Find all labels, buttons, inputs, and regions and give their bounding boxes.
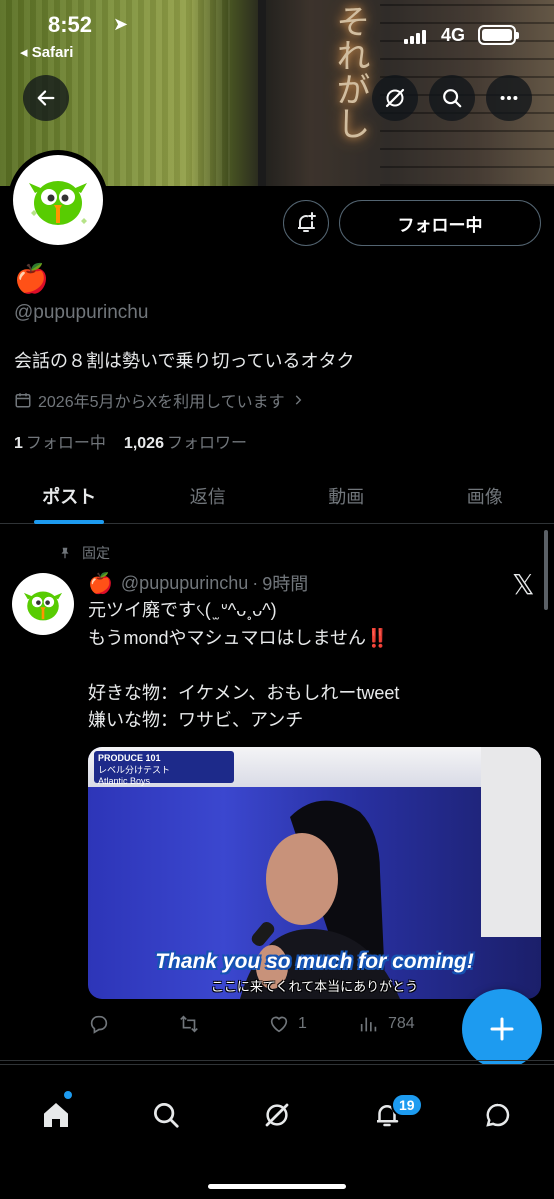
like-button[interactable]: 1 [268, 1013, 358, 1035]
repost-button[interactable] [178, 1013, 268, 1035]
more-dots-icon [500, 95, 518, 101]
owl-avatar-icon [29, 181, 87, 225]
location-icon: ➤ [113, 14, 129, 34]
tab-images[interactable]: 画像 [416, 468, 554, 523]
bottom-navigation: 19 [0, 1064, 554, 1199]
notify-bell-button[interactable] [283, 200, 329, 246]
following-link[interactable]: 1 フォロー中 [14, 429, 106, 453]
network-type: 4G [441, 25, 466, 45]
post-media-video[interactable]: PRODUCE 101 レベル分けテスト Atlantic Boys Thank… [88, 747, 541, 999]
nav-grok[interactable] [257, 1095, 297, 1135]
joined-text: 2026年5月からXを利用しています [38, 394, 285, 411]
post-author-avatar[interactable] [12, 573, 74, 635]
followers-link[interactable]: 1,026 フォロワー [124, 429, 247, 453]
search-icon [154, 1103, 179, 1128]
search-icon [443, 89, 462, 108]
back-button[interactable] [23, 75, 69, 121]
signal-icon [404, 28, 428, 44]
following-button[interactable]: フォロー中 [339, 200, 541, 246]
notifications-badge: 19 [391, 1093, 423, 1117]
post-author-handle[interactable]: @pupupurinchu [121, 573, 248, 594]
grok-icon [385, 88, 405, 108]
post-header: 🍎 @pupupurinchu · 9時間 [88, 570, 308, 596]
repost-icon [180, 1015, 198, 1033]
bell-plus-icon [298, 212, 316, 232]
arrow-left-icon [37, 90, 55, 106]
nav-search[interactable] [146, 1095, 186, 1135]
post-text: 元ツイ廃です৻( ̫ ᐡ^ᴗ˳ᴗ^) もうmondやマシュマロはしません‼️ 好… [88, 600, 400, 730]
status-time: 8:52 [48, 12, 93, 37]
tab-posts[interactable]: ポスト [0, 468, 139, 523]
profile-tabs: ポスト 返信 動画 画像 [0, 468, 554, 524]
tab-videos[interactable]: 動画 [277, 468, 416, 523]
post-author-name[interactable]: 🍎 [88, 571, 113, 596]
views-button[interactable]: 784 [358, 1013, 448, 1035]
back-to-safari-link[interactable]: ◂ Safari [20, 43, 73, 61]
owl-avatar-icon [23, 591, 63, 621]
grok-button[interactable] [372, 75, 418, 121]
status-bar: 8:52 ➤ ◂ Safari 4G [0, 0, 554, 70]
home-icon [44, 1103, 68, 1127]
pin-icon [61, 547, 69, 559]
scrollbar[interactable] [544, 530, 548, 610]
post-time[interactable]: 9時間 [262, 570, 308, 596]
pinned-indicator: 固定 [58, 543, 110, 563]
calendar-icon [15, 393, 31, 408]
joined-date-row[interactable]: 2026年5月からXを利用しています [14, 388, 305, 412]
compose-post-button[interactable] [462, 989, 542, 1069]
media-show-badge: PRODUCE 101 レベル分けテスト Atlantic Boys [94, 751, 234, 786]
battery-icon [478, 25, 519, 45]
search-button[interactable] [429, 75, 475, 121]
profile-handle: @pupupurinchu [14, 302, 149, 323]
reply-button[interactable] [88, 1013, 178, 1035]
plus-icon [490, 1017, 514, 1041]
chevron-right-icon [295, 395, 302, 405]
nav-home[interactable] [36, 1095, 76, 1135]
heart-icon [270, 1016, 288, 1033]
views-chart-icon [360, 1017, 377, 1032]
post-actions: 1 784 [88, 1011, 448, 1037]
video-subtitle-ja: ここに来てくれて本当にありがとう [210, 979, 419, 994]
profile-bio: 会話の８割は勢いで乗り切っているオタク [14, 351, 355, 371]
profile-name: 🍎 [14, 263, 49, 294]
profile-avatar[interactable] [8, 150, 108, 250]
home-indicator[interactable] [208, 1184, 346, 1189]
tab-replies[interactable]: 返信 [139, 468, 278, 523]
follow-counts: 1 フォロー中 1,026 フォロワー [14, 429, 247, 453]
chat-bubble-icon [486, 1103, 510, 1127]
nav-messages[interactable] [478, 1095, 518, 1135]
home-unread-dot [64, 1091, 72, 1099]
more-button[interactable] [486, 75, 532, 121]
video-subtitle-en: Thank you so much for coming! [155, 950, 474, 973]
grok-icon [265, 1103, 289, 1127]
reply-icon [90, 1015, 108, 1034]
